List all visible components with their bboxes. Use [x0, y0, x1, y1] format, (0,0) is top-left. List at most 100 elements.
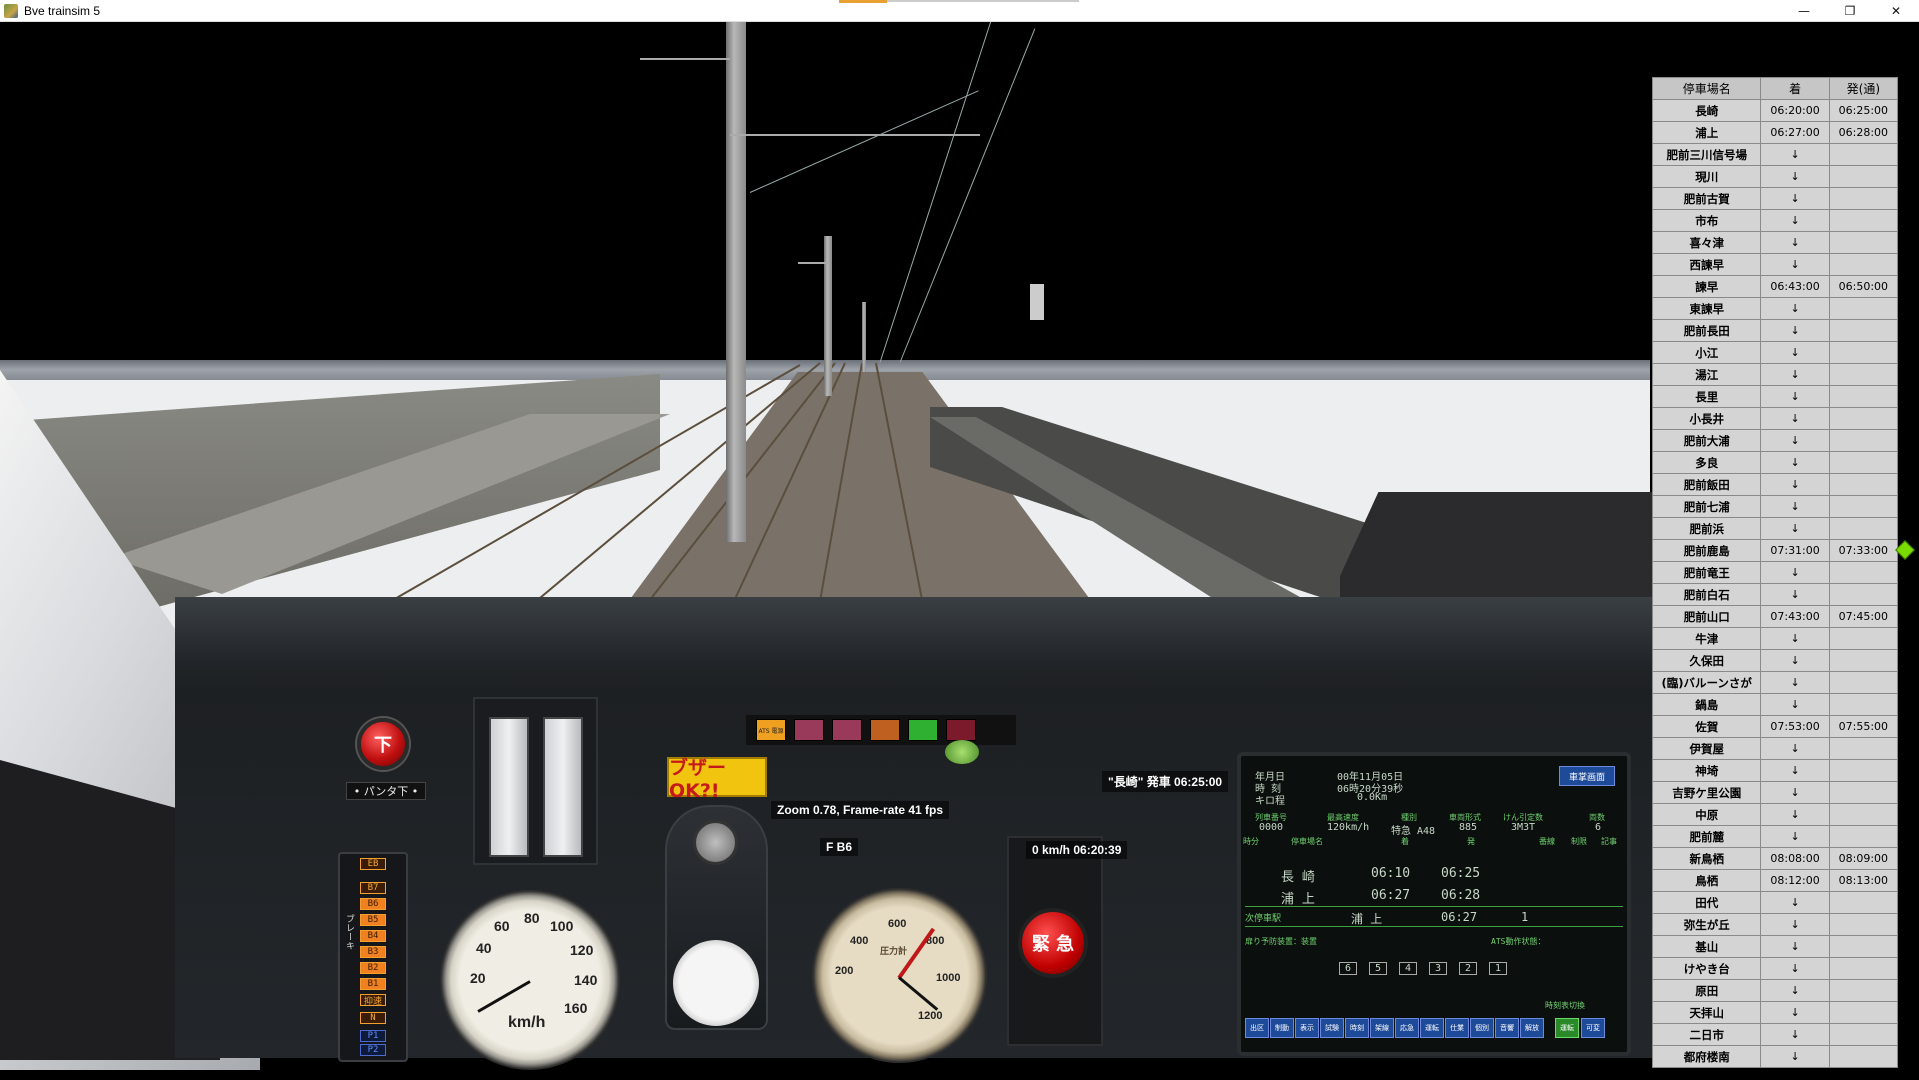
arrival-time: ↓ — [1760, 957, 1830, 980]
station-name: けやき台 — [1651, 957, 1762, 980]
monitor-btn-2[interactable]: 表示 — [1295, 1018, 1319, 1038]
car-number-5: 5 — [1369, 962, 1388, 975]
arrival-time: ↓ — [1760, 693, 1830, 716]
speed-tick-140: 140 — [574, 972, 598, 988]
bve-window: Bve trainsim 5 — ❐ ✕ 下 • パンタ下 • ブレーキ EB … — [0, 0, 1919, 1080]
pantograph-down-button[interactable]: 下 — [357, 718, 409, 770]
monitor-btn-6[interactable]: 応急 — [1395, 1018, 1419, 1038]
arrival-time: ↓ — [1760, 803, 1830, 826]
notch-p2: P2 — [360, 1044, 386, 1056]
timetable-row: 鳥栖 08:12:00 08:13:00 — [1651, 869, 1899, 892]
title-bar: Bve trainsim 5 — ❐ ✕ — [0, 0, 1919, 22]
pantograph-label: • パンタ下 • — [346, 782, 426, 800]
monitor-btn-10[interactable]: 音響 — [1495, 1018, 1519, 1038]
arrival-time: ↓ — [1760, 1001, 1830, 1024]
departure-time — [1828, 825, 1899, 848]
pole-arm — [640, 58, 730, 60]
station-name: 鳥栖 — [1651, 869, 1762, 892]
arrival-time: ↓ — [1760, 1023, 1830, 1046]
notch-neutral: N — [360, 1012, 386, 1024]
monitor-btn-11[interactable]: 解放 — [1520, 1018, 1544, 1038]
indicator-lamp — [908, 719, 938, 741]
station-name: 原田 — [1651, 979, 1762, 1002]
row1-arr: 06:10 — [1371, 866, 1411, 881]
arrival-time: 07:31:00 — [1760, 539, 1830, 562]
monitor-btn-9[interactable]: 個別 — [1470, 1018, 1494, 1038]
timetable-row: 現川 ↓ — [1651, 165, 1899, 188]
timetable-row: 多良 ↓ — [1651, 451, 1899, 474]
departure-time — [1828, 407, 1899, 430]
timetable-row: 基山 ↓ — [1651, 935, 1899, 958]
arrival-time: 08:08:00 — [1760, 847, 1830, 870]
monitor-btn-1[interactable]: 制動 — [1270, 1018, 1294, 1038]
arrival-time: 06:43:00 — [1760, 275, 1830, 298]
next-stop-station: 浦 上 — [1351, 912, 1383, 926]
arrival-time: ↓ — [1760, 143, 1830, 166]
col-notes: 記事 — [1601, 837, 1617, 846]
row1-dep: 06:25 — [1441, 866, 1481, 881]
timetable-row: 肥前七浦 ↓ — [1651, 495, 1899, 518]
speed-unit: km/h — [508, 1014, 546, 1031]
col-time: 時分 — [1243, 837, 1259, 846]
departure-time — [1828, 583, 1899, 606]
title-accent-bar — [887, 0, 1079, 2]
indicator-lamp-panel: ATS 電源 — [746, 715, 1016, 745]
divider — [1245, 926, 1623, 927]
speed-tick-40: 40 — [476, 940, 492, 956]
departure-time — [1828, 209, 1899, 232]
departure-time — [1828, 649, 1899, 672]
timetable-run-button[interactable]: 運転 — [1555, 1018, 1579, 1038]
departure-time: 07:45:00 — [1828, 605, 1899, 628]
trackside-signboard — [1030, 284, 1044, 320]
station-name: 肥前長田 — [1651, 319, 1762, 342]
conductor-screen-button[interactable]: 車掌画面 — [1559, 766, 1615, 786]
monitor-btn-5[interactable]: 架線 — [1370, 1018, 1394, 1038]
arrival-time: ↓ — [1760, 407, 1830, 430]
station-name: 西諫早 — [1651, 253, 1762, 276]
emergency-label: 緊 急 — [1031, 934, 1075, 955]
monitor-btn-4[interactable]: 時刻 — [1345, 1018, 1369, 1038]
brake-cylinder-meters — [473, 697, 598, 865]
departure-time: 07:55:00 — [1828, 715, 1899, 738]
speed-time-readout: 0 km/h 06:20:39 — [1026, 841, 1128, 859]
monitor-btn-0[interactable]: 出区 — [1245, 1018, 1269, 1038]
departure-time — [1828, 187, 1899, 210]
timetable-row: 二日市 ↓ — [1651, 1023, 1899, 1046]
departure-time — [1828, 517, 1899, 540]
timetable-row: 肥前竜王 ↓ — [1651, 561, 1899, 584]
arrival-time: ↓ — [1760, 979, 1830, 1002]
departure-time — [1828, 759, 1899, 782]
timetable-row: 肥前三川信号場 ↓ — [1651, 143, 1899, 166]
notch-eb: EB — [360, 858, 386, 870]
departure-time — [1828, 957, 1899, 980]
ats-lamp-label: ATS 電源 — [758, 727, 784, 735]
monitor-btn-3[interactable]: 試験 — [1320, 1018, 1344, 1038]
pressure-tick-200: 200 — [835, 965, 854, 977]
timetable-variable-button[interactable]: 可変 — [1581, 1018, 1605, 1038]
emergency-button[interactable]: 緊 急 — [1018, 908, 1088, 978]
cab-clock — [673, 940, 759, 1026]
train-number: 0000 — [1259, 822, 1284, 833]
zoom-fps-readout: Zoom 0.78, Frame-rate 41 fps — [771, 801, 950, 819]
indicator-lamp — [832, 719, 862, 741]
horn-icon[interactable] — [693, 820, 738, 865]
timetable-row: 鍋島 ↓ — [1651, 693, 1899, 716]
indicator-lamp — [870, 719, 900, 741]
station-name: 肥前三川信号場 — [1651, 143, 1762, 166]
maximize-button[interactable]: ❐ — [1827, 0, 1873, 22]
next-stop-track: 1 — [1521, 910, 1529, 924]
arrival-time: ↓ — [1760, 297, 1830, 320]
monitor-btn-8[interactable]: 仕業 — [1445, 1018, 1469, 1038]
station-name: 都府楼南 — [1651, 1045, 1762, 1068]
window-controls: — ❐ ✕ — [1781, 0, 1919, 22]
speed-tick-60: 60 — [494, 918, 510, 934]
speed-tick-80: 80 — [524, 910, 540, 926]
car-count: 6 — [1595, 822, 1602, 833]
arrival-time: 08:12:00 — [1760, 869, 1830, 892]
train-type: 特急 A48 — [1391, 826, 1436, 837]
monitor-btn-7[interactable]: 運転 — [1420, 1018, 1444, 1038]
timetable-row: 久保田 ↓ — [1651, 649, 1899, 672]
minimize-button[interactable]: — — [1781, 0, 1827, 22]
close-button[interactable]: ✕ — [1873, 0, 1919, 22]
arrival-time: ↓ — [1760, 187, 1830, 210]
